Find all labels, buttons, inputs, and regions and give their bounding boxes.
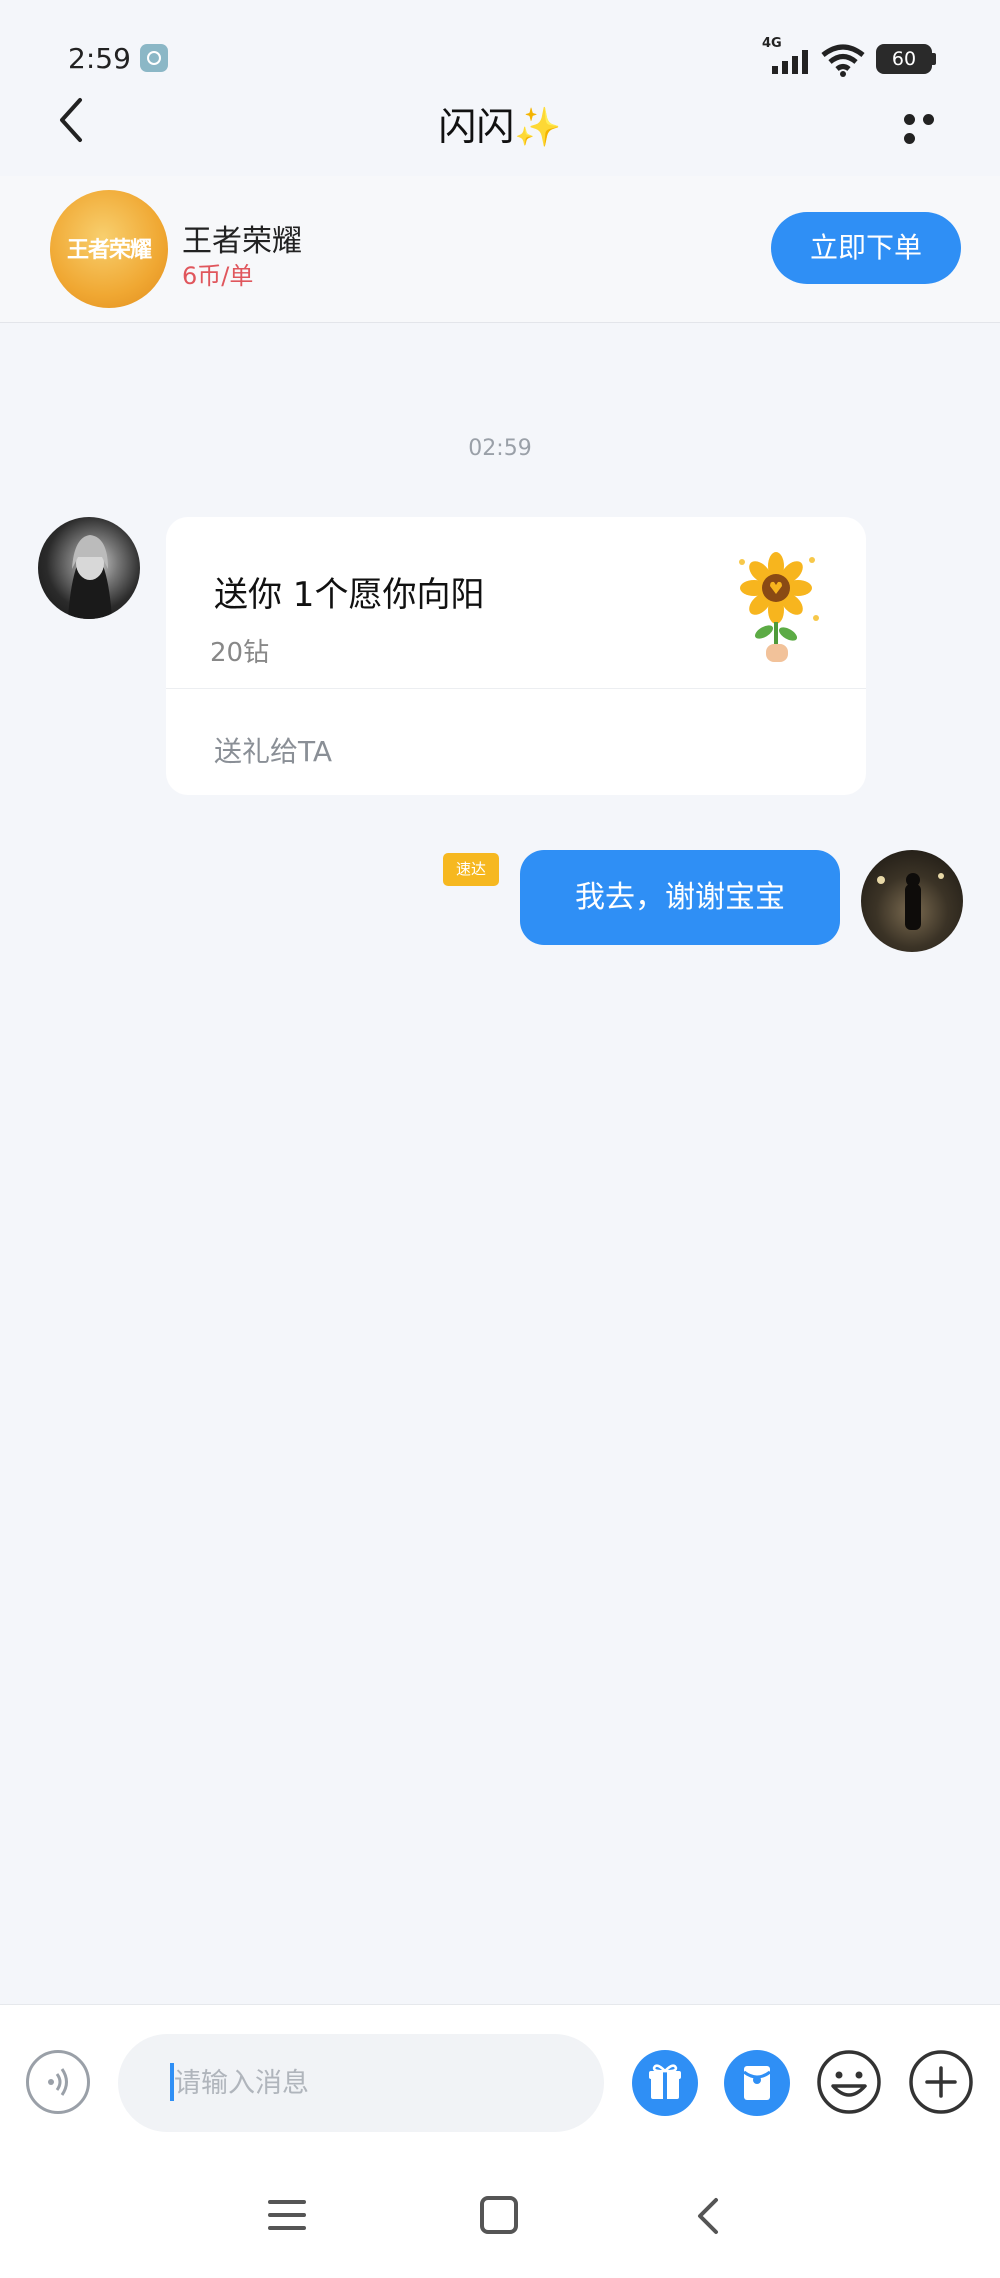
gift-message-text: 送你 1个愿你向阳 [214, 575, 485, 615]
signal-icon [772, 50, 808, 74]
status-time: 2:59 [68, 42, 131, 75]
home-icon[interactable] [480, 2196, 518, 2234]
game-price: 6币/单 [182, 262, 254, 290]
wifi-icon [821, 44, 865, 77]
menu-icon[interactable] [268, 2200, 306, 2230]
network-type: 4G [762, 36, 782, 51]
game-name: 王者荣耀 [182, 224, 302, 259]
battery-indicator: 60 [876, 44, 932, 74]
order-now-button[interactable]: 立即下单 [771, 212, 961, 284]
my-avatar[interactable] [861, 850, 963, 952]
my-message-text: 我去，谢谢宝宝 [575, 880, 785, 915]
gift-price: 20钻 [210, 638, 270, 668]
red-packet-icon[interactable] [724, 2050, 790, 2116]
sunflower-gift-icon [739, 552, 819, 662]
emoji-icon[interactable] [815, 2048, 883, 2116]
text-caret [170, 2063, 174, 2101]
contact-avatar[interactable] [38, 517, 140, 619]
app-notification-icon [140, 44, 168, 72]
chat-timestamp: 02:59 [468, 436, 532, 461]
battery-tip [932, 53, 936, 65]
plus-icon[interactable] [907, 2048, 975, 2116]
system-back-icon[interactable] [694, 2196, 722, 2236]
message-input[interactable] [118, 2034, 604, 2132]
voice-icon[interactable] [26, 2050, 90, 2114]
gift-icon[interactable] [632, 2050, 698, 2116]
send-gift-link[interactable]: 送礼给TA [214, 730, 332, 770]
game-logo-text: 王者荣耀 [66, 238, 152, 263]
more-icon[interactable] [904, 110, 960, 144]
delivery-badge: 速达 [443, 853, 499, 886]
gift-card-divider [166, 688, 866, 689]
page-title: 闪闪✨ [438, 105, 562, 149]
